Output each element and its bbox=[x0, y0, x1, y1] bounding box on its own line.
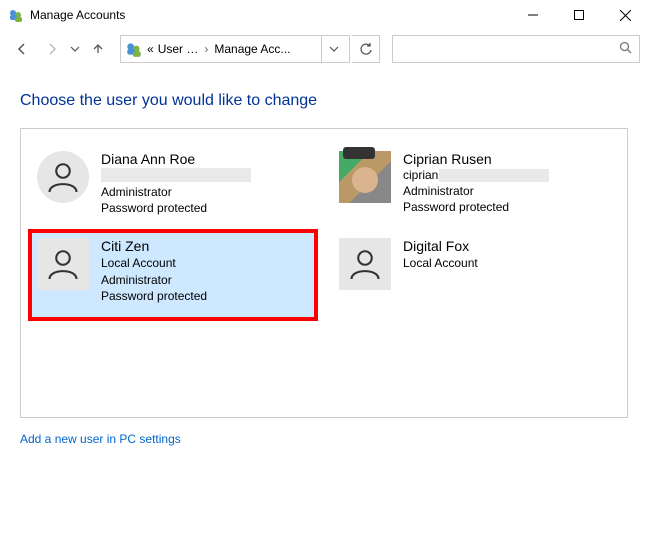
page-heading: Choose the user you would like to change bbox=[20, 92, 628, 110]
account-detail: Password protected bbox=[101, 288, 207, 304]
account-detail: Administrator bbox=[101, 184, 251, 200]
refresh-button[interactable] bbox=[352, 35, 380, 63]
account-info: Digital FoxLocal Account bbox=[403, 238, 478, 271]
avatar bbox=[37, 151, 89, 203]
avatar bbox=[339, 238, 391, 290]
account-tile[interactable]: Diana Ann Roe AdministratorPassword prote… bbox=[31, 145, 315, 222]
account-tile[interactable]: Digital FoxLocal Account bbox=[333, 232, 617, 318]
account-detail: Password protected bbox=[403, 199, 549, 215]
search-input[interactable] bbox=[392, 35, 640, 63]
content: Choose the user you would like to change… bbox=[0, 68, 648, 456]
account-tile[interactable]: Citi ZenLocal AccountAdministratorPasswo… bbox=[31, 232, 315, 318]
breadcrumb-seg2[interactable]: Manage Acc... bbox=[214, 42, 290, 56]
account-name: Diana Ann Roe bbox=[101, 151, 251, 167]
recent-locations-button[interactable] bbox=[68, 35, 82, 63]
account-detail: Administrator bbox=[101, 272, 207, 288]
maximize-button[interactable] bbox=[556, 0, 602, 30]
account-name: Ciprian Rusen bbox=[403, 151, 549, 167]
avatar bbox=[339, 151, 391, 203]
breadcrumb[interactable]: « User … › Manage Acc... bbox=[120, 35, 350, 63]
avatar bbox=[37, 238, 89, 290]
account-detail: Password protected bbox=[101, 200, 251, 216]
add-user-link[interactable]: Add a new user in PC settings bbox=[20, 432, 181, 446]
accounts-icon bbox=[125, 40, 143, 58]
account-detail: Local Account bbox=[403, 255, 478, 271]
breadcrumb-dropdown-button[interactable] bbox=[321, 36, 345, 62]
account-tile[interactable]: Ciprian RusenciprianAdministratorPasswor… bbox=[333, 145, 617, 222]
window-controls bbox=[510, 0, 648, 30]
account-info: Citi ZenLocal AccountAdministratorPasswo… bbox=[101, 238, 207, 304]
titlebar: Manage Accounts bbox=[0, 0, 648, 30]
account-detail: Local Account bbox=[101, 255, 207, 271]
up-button[interactable] bbox=[84, 35, 112, 63]
window-title: Manage Accounts bbox=[30, 8, 125, 22]
account-name: Digital Fox bbox=[403, 238, 478, 254]
search-icon bbox=[619, 41, 633, 58]
accounts-panel: Diana Ann RoeAdministratorPassword prote… bbox=[20, 128, 628, 418]
account-email-redacted bbox=[101, 168, 251, 182]
minimize-button[interactable] bbox=[510, 0, 556, 30]
chevron-right-icon[interactable]: › bbox=[204, 42, 208, 56]
account-email: ciprian bbox=[403, 168, 549, 182]
account-name: Citi Zen bbox=[101, 238, 207, 254]
breadcrumb-seg1[interactable]: User … bbox=[158, 42, 199, 56]
account-info: Ciprian RusenciprianAdministratorPasswor… bbox=[403, 151, 549, 215]
accounts-icon bbox=[8, 7, 24, 23]
navbar: « User … › Manage Acc... bbox=[0, 30, 648, 68]
account-info: Diana Ann Roe AdministratorPassword prote… bbox=[101, 151, 251, 216]
back-button[interactable] bbox=[8, 35, 36, 63]
account-detail: Administrator bbox=[403, 183, 549, 199]
breadcrumb-prefix: « bbox=[147, 42, 154, 56]
forward-button[interactable] bbox=[38, 35, 66, 63]
close-button[interactable] bbox=[602, 0, 648, 30]
